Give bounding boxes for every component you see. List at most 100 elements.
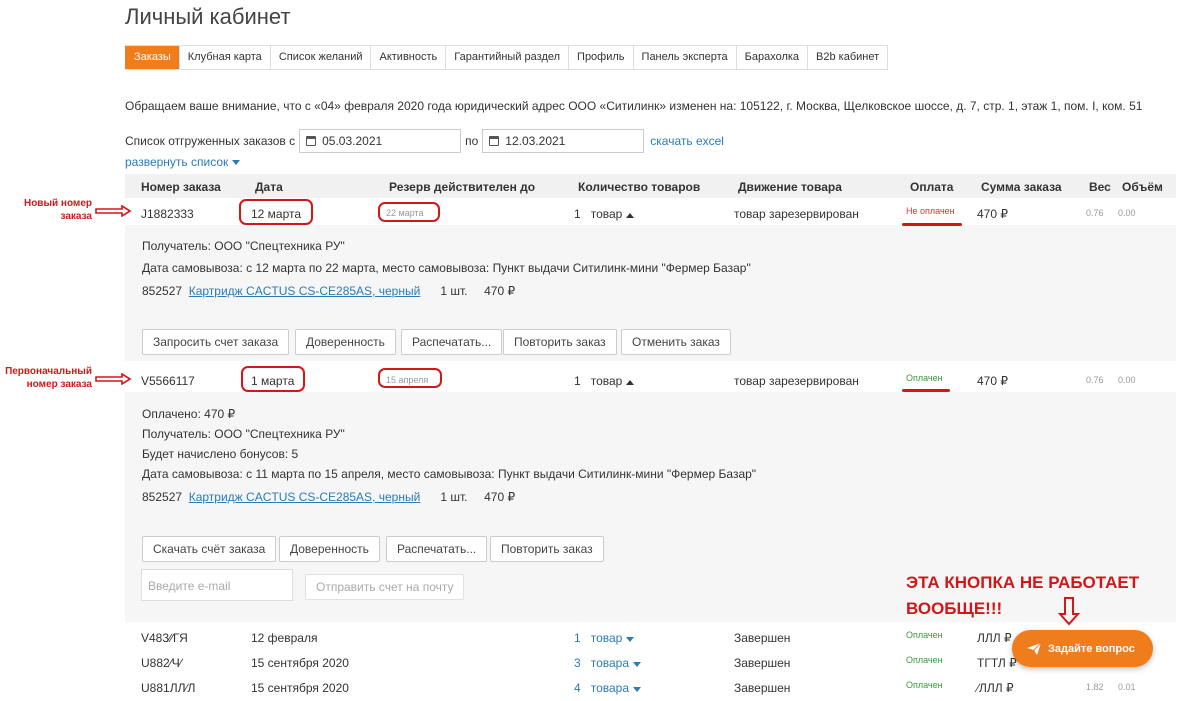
col-volume: Объём [1122, 180, 1163, 194]
order-item: 852527 Картридж CACTUS CS-CE285AS, черны… [142, 490, 515, 504]
tab-activity[interactable]: Активность [370, 46, 446, 69]
expand-list-link[interactable]: развернуть список [125, 155, 241, 169]
item-link[interactable]: Картридж CACTUS CS-CE285AS, черный [189, 284, 421, 298]
order-weight: 1.82 [1086, 682, 1104, 692]
recipient: Получатель: ООО "Спецтехника РУ" [142, 427, 345, 441]
col-weight: Вес [1089, 180, 1111, 194]
filter-label: Список отгруженных заказов с [125, 134, 296, 148]
order-movement: товар зарезервирован [734, 207, 859, 221]
highlight-underline [902, 223, 962, 226]
tab-flea-market[interactable]: Барахолка [735, 46, 808, 69]
payment-status: Оплачен [906, 630, 943, 640]
order-volume: 0.01 [1118, 682, 1136, 692]
order-date: 15 сентября 2020 [251, 681, 349, 695]
date-to-input[interactable]: 12.03.2021 [482, 129, 645, 153]
annotation-new-number: Новый номер заказа [23, 198, 92, 222]
order-weight: 0.76 [1086, 375, 1104, 385]
order-sum: 470 ₽ [977, 374, 1008, 388]
chevron-down-icon [633, 662, 641, 667]
col-date: Дата [255, 180, 283, 194]
col-sum: Сумма заказа [981, 180, 1062, 194]
order-item: 852527 Картридж CACTUS CS-CE285AS, черны… [142, 284, 515, 298]
order-date: 12 февраля [251, 631, 318, 645]
expand-list-label: развернуть список [125, 155, 229, 169]
col-movement: Движение товара [738, 180, 842, 194]
tab-orders[interactable]: Заказы [125, 46, 179, 69]
col-quantity: Количество товаров [578, 180, 701, 194]
orders-table-header: Номер заказа Дата Резерв действителен до… [125, 174, 1176, 198]
paper-plane-icon [1027, 642, 1042, 655]
annotation-button-not-working: ЭТА КНОПКА НЕ РАБОТАЕТ ВООБЩЕ!!! [906, 573, 1140, 618]
order-number: V5566117 [141, 374, 195, 388]
payment-status: Оплачен [906, 373, 943, 383]
bonus-info: Будет начислено бонусов: 5 [142, 447, 299, 461]
order-sum: 470 ₽ [977, 207, 1008, 221]
repeat-order-button[interactable]: Повторить заказ [490, 536, 604, 562]
pickup-info: Дата самовывоза: с 11 марта по 15 апреля… [142, 467, 757, 481]
ask-question-button[interactable]: Задайте вопрос [1012, 630, 1153, 667]
order-quantity[interactable]: 1 товар [574, 207, 635, 221]
order-quantity[interactable]: 1 товар [574, 374, 635, 388]
power-of-attorney-button[interactable]: Доверенность [295, 329, 396, 355]
chevron-down-icon [232, 160, 241, 166]
tab-profile[interactable]: Профиль [568, 46, 633, 69]
order-date: 15 сентября 2020 [251, 656, 349, 670]
arrow-right-icon [95, 373, 132, 385]
email-input[interactable]: Введите e-mail [141, 569, 293, 601]
recipient: Получатель: ООО "Спецтехника РУ" [142, 239, 345, 253]
tab-warranty[interactable]: Гарантийный раздел [445, 46, 569, 69]
col-payment: Оплата [910, 180, 954, 194]
tab-club-card[interactable]: Клубная карта [178, 46, 270, 69]
highlight-oval [378, 368, 442, 388]
item-code: 852527 [142, 490, 183, 504]
order-number: J1882333 [141, 207, 194, 221]
order-quantity[interactable]: 3 товара [574, 656, 641, 670]
payment-status: Оплачен [906, 655, 943, 665]
print-button[interactable]: Распечатать... [386, 536, 488, 562]
request-invoice-button[interactable]: Запросить счет заказа [142, 329, 290, 355]
item-qty: 1 шт. [440, 284, 468, 298]
calendar-icon [489, 136, 500, 146]
page-title: Личный кабинет [125, 4, 291, 29]
chevron-up-icon [626, 213, 635, 218]
calendar-icon [306, 136, 317, 146]
col-reserve: Резерв действителен до [389, 180, 536, 194]
payment-status: Не оплачен [906, 206, 955, 216]
table-row[interactable]: U881ЛЛ∕Л 15 сентября 2020 4 товара Завер… [125, 675, 1176, 699]
download-excel-link[interactable]: скачать excel [650, 134, 724, 148]
item-price: 470 ₽ [484, 284, 516, 298]
order-quantity[interactable]: 4 товара [574, 681, 641, 695]
arrow-down-icon [1058, 597, 1080, 626]
filter-to-label: по [465, 134, 479, 148]
item-link[interactable]: Картридж CACTUS CS-CE285AS, черный [189, 490, 421, 504]
arrow-right-icon [95, 205, 132, 217]
repeat-order-button[interactable]: Повторить заказ [503, 329, 617, 355]
power-of-attorney-button[interactable]: Доверенность [279, 536, 380, 562]
order-movement: Завершен [734, 631, 791, 645]
order-sum: ТГТЛ ₽ [977, 656, 1017, 670]
order-volume: 0.00 [1118, 375, 1136, 385]
tab-b2b[interactable]: B2b кабинет [807, 46, 888, 69]
highlight-oval [378, 202, 440, 222]
legal-address-notice: Обращаем ваше внимание, что с «04» февра… [125, 99, 1143, 113]
cancel-order-button[interactable]: Отменить заказ [621, 329, 731, 355]
order-movement: Завершен [734, 681, 791, 695]
order-movement: Завершен [734, 656, 791, 670]
pickup-info: Дата самовывоза: с 12 марта по 22 марта,… [142, 261, 751, 275]
chevron-up-icon [626, 380, 635, 385]
date-from-input[interactable]: 05.03.2021 [299, 129, 462, 153]
order-number: V483∕∕ГЯ [141, 631, 188, 645]
ask-question-label: Задайте вопрос [1048, 642, 1135, 655]
col-order-number: Номер заказа [141, 180, 221, 194]
item-qty: 1 шт. [440, 490, 468, 504]
order-sum: ЛЛЛ ₽ [977, 631, 1012, 645]
order-quantity[interactable]: 1 товар [574, 631, 635, 645]
tab-expert-panel[interactable]: Панель эксперта [632, 46, 736, 69]
download-invoice-button[interactable]: Скачать счёт заказа [142, 536, 277, 562]
tabs-bar: Заказы Клубная карта Список желаний Акти… [125, 45, 889, 70]
print-button[interactable]: Распечатать... [401, 329, 503, 355]
highlight-oval [239, 199, 313, 225]
order-sum: ∕ЛЛЛ ₽ [977, 681, 1014, 695]
tab-wishlist[interactable]: Список желаний [269, 46, 371, 69]
send-invoice-email-button[interactable]: Отправить счет на почту [305, 574, 465, 600]
